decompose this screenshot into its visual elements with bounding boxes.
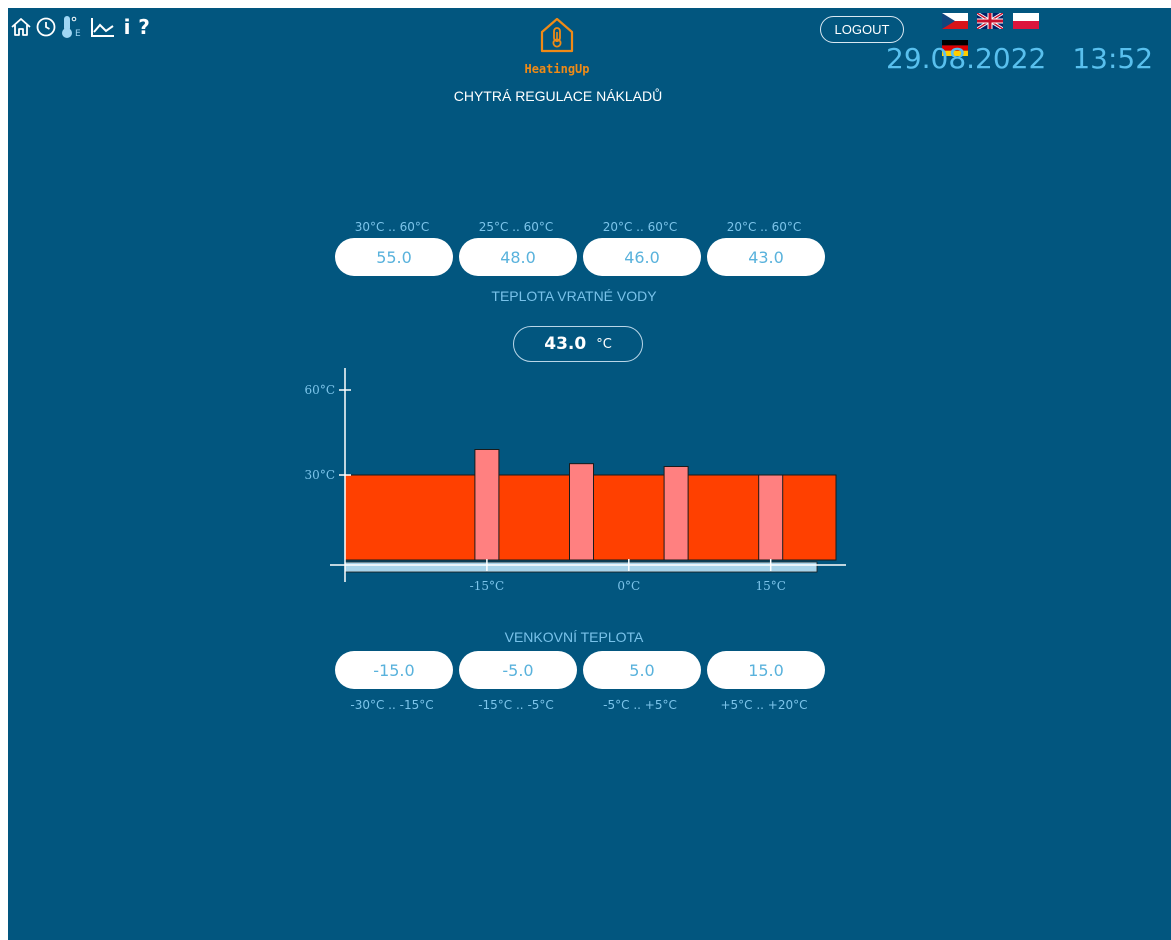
x-tick-label: 15°C — [755, 579, 785, 593]
return-range: 20°C .. 60°C — [602, 220, 678, 234]
outdoor-temp-label: VENKOVNÍ TEPLOTA — [504, 629, 644, 645]
outdoor-range: +5°C .. +20°C — [720, 698, 808, 712]
curve-point-bar — [569, 463, 594, 561]
home-icon[interactable] — [10, 14, 32, 40]
flag-pl-icon[interactable] — [1013, 13, 1039, 29]
x-tick-label: 0°C — [617, 579, 640, 593]
logout-button[interactable]: LOGOUT — [820, 16, 904, 43]
date-text: 29.08.2022 — [886, 42, 1047, 75]
datetime-display: 29.08.2022 13:52 — [886, 42, 1168, 75]
outdoor-temp-input[interactable]: 5.0 — [583, 651, 701, 689]
return-temp-input[interactable]: 55.0 — [335, 238, 453, 276]
flag-uk-icon[interactable] — [976, 11, 1004, 31]
outdoor-temp-input[interactable]: -15.0 — [335, 651, 453, 689]
logo-icon — [539, 16, 575, 54]
return-water-label: TEPLOTA VRATNÉ VODY — [491, 288, 657, 304]
outdoor-range: -15°C .. -5°C — [478, 698, 554, 712]
svg-text:E: E — [75, 29, 81, 39]
y-tick-label: 30°C — [305, 468, 335, 482]
return-temp-input[interactable]: 43.0 — [707, 238, 825, 276]
outdoor-temp-input[interactable]: 15.0 — [707, 651, 825, 689]
app-window: E i ? HeatingUp CHYTRÁ REGULACE NÁKLADŮ … — [8, 8, 1171, 940]
flag-cz-icon[interactable] — [942, 13, 968, 29]
return-range: 30°C .. 60°C — [354, 220, 430, 234]
outdoor-range: -30°C .. -15°C — [350, 698, 434, 712]
info-icon[interactable]: i — [120, 14, 134, 40]
return-range: 20°C .. 60°C — [726, 220, 802, 234]
curve-point-bar — [474, 449, 500, 561]
thermometer-e-icon[interactable]: E — [60, 14, 86, 40]
page-subtitle: CHYTRÁ REGULACE NÁKLADŮ — [453, 88, 663, 104]
return-temp-input[interactable]: 46.0 — [583, 238, 701, 276]
outdoor-range: -5°C .. +5°C — [603, 698, 677, 712]
return-temp-input[interactable]: 48.0 — [459, 238, 577, 276]
x-range-band — [344, 561, 818, 573]
current-temp-display: 43.0 °C — [513, 326, 643, 362]
time-text: 13:52 — [1072, 42, 1154, 75]
chart-icon[interactable] — [90, 14, 116, 40]
y-tick-label: 60°C — [305, 383, 335, 397]
x-tick-label: -15°C — [470, 579, 505, 593]
brand-name: HeatingUp — [524, 62, 590, 76]
current-temp-unit: °C — [596, 336, 612, 352]
clock-icon[interactable] — [35, 14, 57, 40]
curve-point-bar — [758, 474, 784, 561]
heating-curve-chart: 60°C 30°C -15°C 0°C 15°C — [305, 368, 846, 593]
help-icon[interactable]: ? — [136, 14, 152, 40]
outdoor-temp-input[interactable]: -5.0 — [459, 651, 577, 689]
curve-point-bar — [663, 466, 689, 561]
return-range: 25°C .. 60°C — [478, 220, 554, 234]
current-temp-value: 43.0 — [544, 334, 587, 354]
